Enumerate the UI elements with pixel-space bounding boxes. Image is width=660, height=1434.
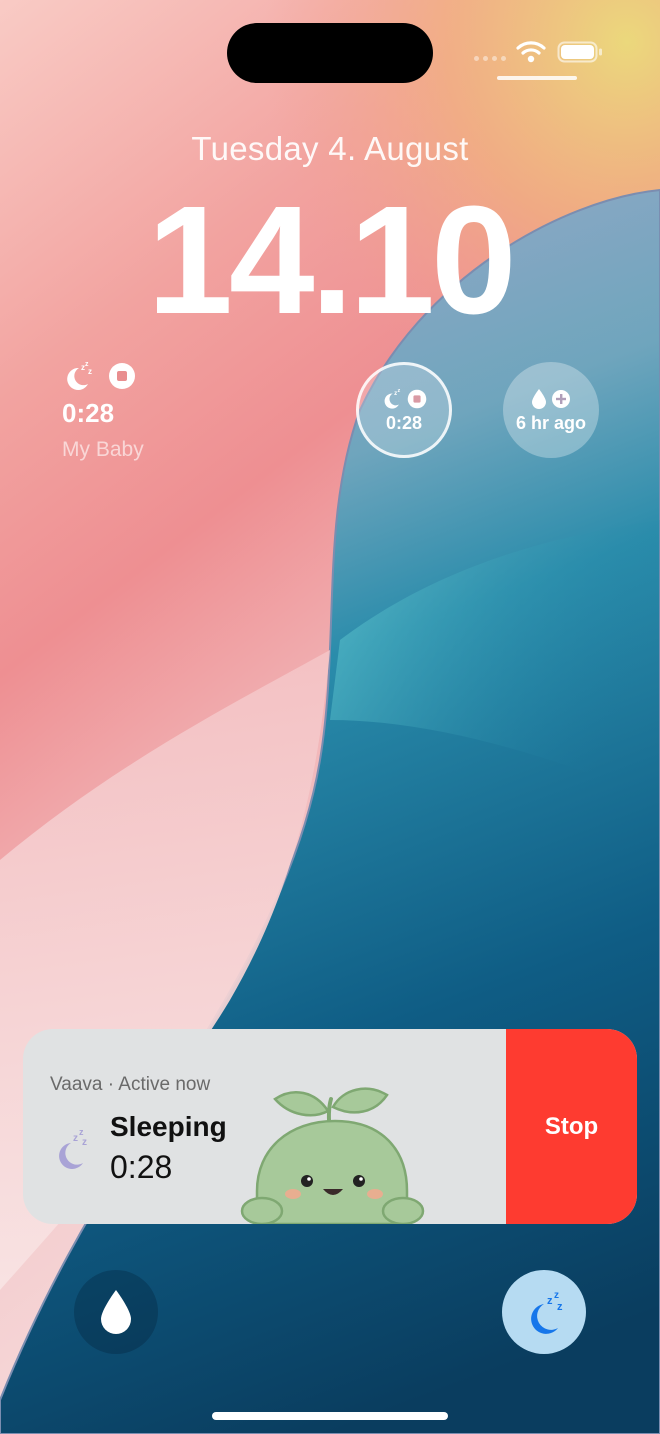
- live-activity-body[interactable]: Vaava · Active now z z z Sleeping 0:28: [23, 1029, 506, 1224]
- live-activity-card[interactable]: Vaava · Active now z z z Sleeping 0:28 S…: [23, 1029, 637, 1224]
- stop-button[interactable]: Stop: [506, 1029, 637, 1224]
- battery-icon: [557, 41, 602, 63]
- status-indicator-bar: [497, 76, 577, 80]
- sleep-moon-icon: z z z: [59, 1127, 87, 1169]
- sleep-widget-timer: 0:28: [62, 398, 115, 428]
- sleep-quick-action-button[interactable]: z z z: [502, 1270, 586, 1354]
- live-activity-header: Vaava · Active now: [50, 1074, 211, 1095]
- svg-text:z: z: [394, 389, 397, 396]
- sleep-widget-icons[interactable]: z z z: [62, 360, 136, 392]
- sleep-moon-icon: z z: [384, 388, 401, 409]
- sleep-circle-timer: 0:28: [385, 412, 423, 433]
- lock-clock: 14.10: [147, 174, 516, 346]
- svg-text:z: z: [557, 1301, 563, 1313]
- live-activity-title: Sleeping: [110, 1111, 227, 1142]
- stop-icon: [407, 389, 427, 408]
- sprout-mascot: [240, 1087, 425, 1224]
- stop-icon: [109, 363, 135, 389]
- home-indicator[interactable]: [212, 1412, 448, 1420]
- sleep-moon-icon: z z z: [531, 1290, 563, 1334]
- wifi-icon: [516, 41, 546, 63]
- svg-text:z: z: [73, 1133, 78, 1144]
- drop-icon: [101, 1290, 131, 1334]
- svg-text:z: z: [88, 367, 92, 376]
- plus-icon: [552, 389, 570, 408]
- feeding-circle-widget[interactable]: 6 hr ago: [503, 362, 599, 458]
- dynamic-island: [227, 23, 433, 83]
- svg-text:z: z: [398, 388, 401, 394]
- sleep-moon-icon: z z z: [67, 361, 92, 390]
- svg-text:z: z: [82, 1137, 87, 1148]
- feeding-circle-last-feed: 6 hr ago: [515, 412, 586, 433]
- svg-text:z: z: [547, 1295, 553, 1307]
- lock-screen: Tuesday 4. August 14.10 z z z 0:28 My Ba…: [0, 0, 660, 1434]
- sleep-circle-widget[interactable]: z z 0:28: [356, 362, 452, 458]
- sleep-widget-baby-name: My Baby: [62, 438, 144, 461]
- live-activity-timer: 0:28: [110, 1149, 173, 1185]
- drop-icon: [532, 388, 546, 409]
- feeding-quick-action-button[interactable]: [74, 1270, 158, 1354]
- svg-text:z: z: [79, 1127, 84, 1137]
- svg-text:z: z: [554, 1290, 559, 1301]
- lock-date: Tuesday 4. August: [191, 130, 469, 167]
- cellular-signal-icon: [474, 56, 508, 64]
